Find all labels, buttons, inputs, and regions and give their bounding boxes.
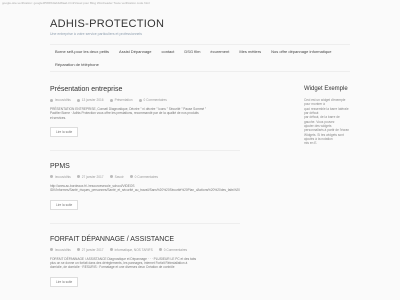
clock-icon [76,175,80,179]
user-icon [50,175,53,179]
menu-item-ecurement[interactable]: écurement [205,45,234,58]
excerpt-line: IDK/Informes/Santé_risques_personnes/San… [50,188,240,193]
meta-category-text: Présentation [114,98,133,102]
meta-author-text: lecouvidhis [55,247,71,252]
excerpt-line: domicile, de domicile · RESURIS : Format… [50,265,175,270]
menu-item-dsg-film[interactable]: DSG film [179,45,205,58]
user-icon [50,98,53,102]
meta-category[interactable]: Présentation [109,98,133,102]
comment-icon [138,98,142,102]
folder-icon [109,98,113,102]
site-tagline: Une entreprise à votre service particuli… [50,32,143,36]
post-ppms: PPMS lecouvidhis 27 janvier 2017 Savoir … [50,163,240,211]
meta-comments[interactable]: 0 Commentaires [158,247,188,252]
meta-date-text: 27 janvier 2017 [81,247,104,252]
meta-comments-text: 0 Commentaires [134,174,159,179]
folder-icon [109,248,113,252]
divider [50,222,240,224]
meta-date[interactable]: 27 janvier 2017 [76,174,104,179]
meta-author-text: lecouvidhis [55,98,71,102]
post-title[interactable]: FORFAIT DÉPANNAGE / ASSISTANCE [50,236,240,243]
meta-date[interactable]: 27 janvier 2017 [76,247,104,252]
post-title[interactable]: PPMS [50,163,240,170]
site-header: ADHIS-PROTECTION Une entreprise à votre … [0,8,400,72]
clock-icon [76,98,80,102]
menu-item-mes-metiers[interactable]: Mes métiers [234,45,266,58]
meta-comments-text: 0 Commentaires [163,247,188,252]
post-presentation: Présentation entreprise lecouvidhis 13 j… [50,86,240,138]
menu-item-contact[interactable]: contact [157,45,180,58]
posts-column: Présentation entreprise lecouvidhis 13 j… [50,86,240,300]
widget-line: Widgets. Si tes widgets sont ajoutés à t… [304,132,344,141]
main-area: Présentation entreprise lecouvidhis 13 j… [0,86,400,300]
post-forfait-depannage: FORFAIT DÉPANNAGE / ASSISTANCE lecouvidh… [50,236,240,288]
widget-line: Ceci est un widget d'exemple pour montre… [304,98,346,107]
post-meta: lecouvidhis 27 janvier 2017 informatique… [50,248,240,252]
menu-item-borne[interactable]: Borne self-pour les deux petits [50,45,114,58]
widget-line: ajouter des widgets personnalisés à part… [304,123,350,133]
sidebar: Widget Exemple Ceci est un widget d'exem… [304,86,350,300]
widget-line: quoi ressemble la barre latérale par déf… [304,106,349,115]
excerpt-line: et services. [50,115,67,120]
menu-item-offre-depannage[interactable]: Nos offre dépannage informatique [266,45,336,58]
meta-date-text: 27 janvier 2017 [81,174,104,179]
meta-comments-text: 0 Commentaires [143,98,167,102]
site-title[interactable]: ADHIS-PROTECTION [50,18,350,30]
meta-category-text: Savoir [114,174,124,179]
post-excerpt: FORFAIT DÉPANNAGE / ASSISTANCE Diagnosti… [50,257,240,270]
meta-date-text: 13 janvier 2016 [81,98,104,102]
widget-line: mis en E. [304,141,318,146]
meta-comments[interactable]: 0 Commentaires [138,98,167,102]
read-more-button[interactable]: Lire la suite [50,126,79,137]
widget-text: Ceci est un widget d'exemple pour montre… [304,98,350,145]
clock-icon [76,248,80,252]
post-meta: lecouvidhis 27 janvier 2017 Savoir 0 Com… [50,175,240,179]
divider [50,149,240,151]
meta-date[interactable]: 13 janvier 2016 [76,98,104,102]
post-excerpt: PRÉSENTATION ENTREPRISE, Conseil Diagnos… [50,107,240,120]
meta-category[interactable]: informatique, NOS TARIFS [109,247,153,252]
meta-category-text: informatique, NOS TARIFS [114,247,153,252]
post-excerpt: http://www.ac-bordeaux.fr/-/resourceseco… [50,184,240,193]
widget-line: par défaut, de la barre de gauche. Vous … [304,115,340,124]
post-meta: lecouvidhis 13 janvier 2016 Présentation… [50,98,240,102]
main-menu: Borne self-pour les deux petits Assist D… [50,44,350,72]
meta-comments[interactable]: 0 Commentaires [129,174,159,179]
meta-author[interactable]: lecouvidhis [50,175,71,179]
comment-icon [129,175,133,179]
meta-author[interactable]: lecouvidhis [50,98,71,102]
widget-title: Widget Exemple [304,86,348,92]
user-icon [50,248,53,252]
meta-author-text: lecouvidhis [55,174,71,179]
meta-author[interactable]: lecouvidhis [50,248,71,252]
menu-item-assist-depannage[interactable]: Assist Dépannage [114,45,156,58]
post-title[interactable]: Présentation entreprise [50,86,240,93]
comment-icon [158,248,162,252]
meta-category[interactable]: Savoir [109,174,124,179]
topbar-verification-text: google-site-verification: google3f5b5fb0… [2,1,150,5]
folder-icon [109,175,113,179]
read-more-button[interactable]: Lire la suite [50,199,79,210]
read-more-button[interactable]: Lire la suite [50,276,79,287]
menu-item-reparation-telephone[interactable]: Réparation de téléphone [50,58,104,71]
